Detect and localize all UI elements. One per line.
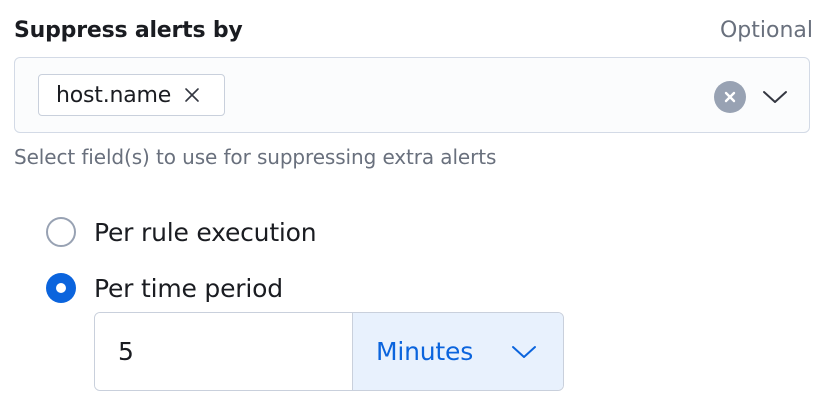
help-text: Select field(s) to use for suppressing e… <box>14 145 497 169</box>
clear-selection-icon[interactable] <box>714 81 746 113</box>
suppress-fields-combobox[interactable]: host.name <box>14 57 810 133</box>
radio-per-rule-execution[interactable]: Per rule execution <box>46 215 317 249</box>
radio-button-unchecked[interactable] <box>46 217 76 247</box>
chevron-down-icon <box>511 341 537 363</box>
chevron-down-icon[interactable] <box>762 86 788 108</box>
selected-field-label: host.name <box>56 82 172 108</box>
radio-button-checked[interactable] <box>46 273 76 303</box>
field-label: Suppress alerts by <box>14 18 243 43</box>
time-unit-select[interactable]: Minutes <box>353 313 563 390</box>
time-unit-label: Minutes <box>376 337 474 366</box>
form-row-header: Suppress alerts by Optional <box>14 16 813 48</box>
selected-field-pill: host.name <box>38 74 225 116</box>
optional-label: Optional <box>719 18 813 43</box>
time-period-group: Minutes <box>94 312 564 391</box>
radio-label: Per rule execution <box>94 217 317 247</box>
radio-per-time-period[interactable]: Per time period <box>46 271 283 305</box>
time-period-value-input[interactable] <box>95 313 353 390</box>
remove-pill-icon[interactable] <box>182 85 202 105</box>
radio-label: Per time period <box>94 273 283 303</box>
